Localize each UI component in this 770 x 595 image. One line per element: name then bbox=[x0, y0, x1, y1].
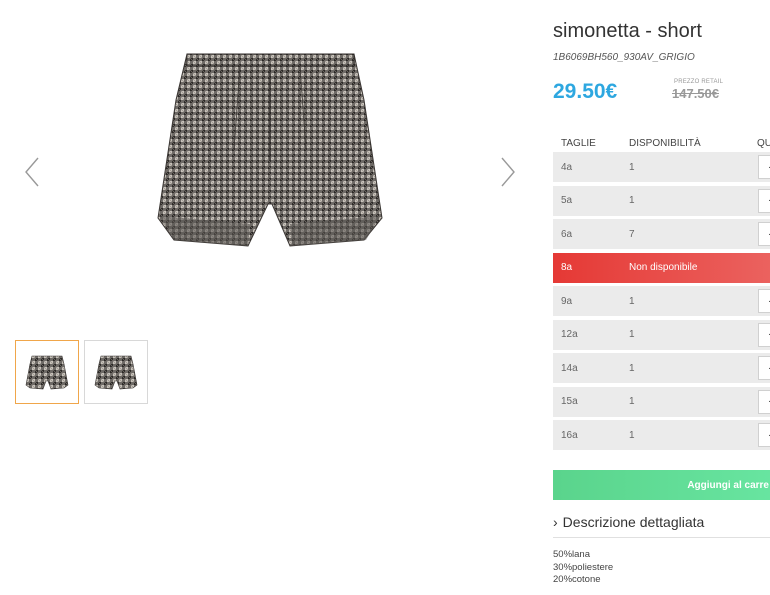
thumbnail-1[interactable] bbox=[15, 340, 79, 404]
availability-value: 7 bbox=[629, 228, 635, 240]
availability-value: 1 bbox=[629, 295, 635, 307]
size-row: 5a 1 · bbox=[553, 185, 770, 216]
description-toggle[interactable]: › Descrizione dettagliata bbox=[553, 514, 770, 530]
availability-value: 1 bbox=[629, 429, 635, 441]
availability-value: 1 bbox=[629, 329, 635, 340]
main-product-image bbox=[130, 40, 410, 270]
size-row: 6a 7 · bbox=[553, 219, 770, 249]
size-row: 12a 1 · bbox=[553, 319, 770, 350]
prev-image-arrow[interactable] bbox=[20, 155, 44, 189]
size-row: 16a 1 · bbox=[553, 420, 770, 450]
chevron-left-icon bbox=[25, 157, 39, 187]
quantity-select[interactable]: · bbox=[758, 222, 770, 246]
size-label: 12a bbox=[561, 329, 578, 340]
size-row: 9a 1 · bbox=[553, 286, 770, 316]
quantity-select[interactable]: · bbox=[758, 289, 770, 313]
next-image-arrow[interactable] bbox=[496, 155, 520, 189]
size-label: 6a bbox=[561, 228, 573, 240]
quantity-select[interactable]: · bbox=[758, 322, 770, 347]
quantity-select[interactable]: · bbox=[758, 423, 770, 447]
chevron-right-icon: › bbox=[553, 514, 558, 530]
thumbnail-strip bbox=[15, 340, 148, 404]
size-label: 16a bbox=[561, 429, 578, 441]
composition-item: 50%lana bbox=[553, 549, 590, 560]
availability-value: Non disponibile bbox=[629, 262, 698, 273]
add-to-cart-button[interactable]: Aggiungi al carre bbox=[553, 470, 770, 500]
quantity-cell: · bbox=[757, 423, 770, 447]
availability-value: 1 bbox=[629, 195, 635, 206]
chevron-right-icon bbox=[501, 157, 515, 187]
availability-value: 1 bbox=[629, 362, 635, 374]
availability-value: 1 bbox=[629, 161, 635, 173]
header-quantity: QU bbox=[757, 137, 770, 149]
size-label: 9a bbox=[561, 295, 573, 307]
size-row-unavailable: 8a Non disponibile bbox=[553, 252, 770, 283]
product-sku: 1B6069BH560_930AV_GRIGIO bbox=[553, 52, 695, 63]
header-availability: DISPONIBILITÀ bbox=[629, 137, 701, 149]
quantity-cell: · bbox=[757, 289, 770, 313]
size-row: 15a 1 · bbox=[553, 386, 770, 417]
size-label: 8a bbox=[561, 262, 573, 273]
quantity-cell: · bbox=[757, 155, 770, 179]
description-toggle-label: Descrizione dettagliata bbox=[562, 514, 705, 530]
size-label: 5a bbox=[561, 195, 573, 206]
sizes-table-header: TAGLIE DISPONIBILITÀ QU bbox=[553, 134, 770, 152]
sizes-table: TAGLIE DISPONIBILITÀ QU 4a 1 · 5a 1 · 6a 7 · 8a No… bbox=[553, 134, 770, 454]
product-details: simonetta - short 1B6069BH560_930AV_GRIG… bbox=[553, 0, 770, 595]
size-row: 4a 1 · bbox=[553, 152, 770, 182]
shorts-thumbnail-image bbox=[25, 355, 69, 390]
size-row: 14a 1 · bbox=[553, 353, 770, 383]
product-title: simonetta - short bbox=[553, 20, 702, 42]
product-price: 29.50€ bbox=[553, 80, 618, 103]
composition-list: 50%lana 30%poliestere 20%cotone bbox=[553, 549, 613, 587]
product-gallery bbox=[0, 0, 540, 420]
quantity-cell: · bbox=[757, 222, 770, 246]
quantity-select[interactable]: · bbox=[758, 188, 770, 213]
quantity-select[interactable]: · bbox=[758, 356, 770, 380]
size-label: 14a bbox=[561, 362, 578, 374]
quantity-cell: · bbox=[757, 356, 770, 380]
shorts-thumbnail-image bbox=[94, 355, 138, 390]
quantity-select[interactable]: · bbox=[758, 389, 770, 414]
retail-price: 147.50€ bbox=[672, 86, 719, 101]
availability-value: 1 bbox=[629, 396, 635, 407]
quantity-select[interactable]: · bbox=[758, 155, 770, 179]
quantity-cell: · bbox=[757, 188, 770, 213]
quantity-cell: · bbox=[757, 322, 770, 347]
composition-item: 20%cotone bbox=[553, 574, 601, 585]
composition-item: 30%poliestere bbox=[553, 561, 614, 573]
retail-price-label: PREZZO RETAIL bbox=[674, 79, 724, 85]
size-label: 4a bbox=[561, 161, 573, 173]
header-sizes: TAGLIE bbox=[561, 137, 596, 149]
thumbnail-2[interactable] bbox=[84, 340, 148, 404]
size-label: 15a bbox=[561, 396, 578, 407]
quantity-cell: · bbox=[757, 389, 770, 414]
divider bbox=[553, 537, 770, 538]
